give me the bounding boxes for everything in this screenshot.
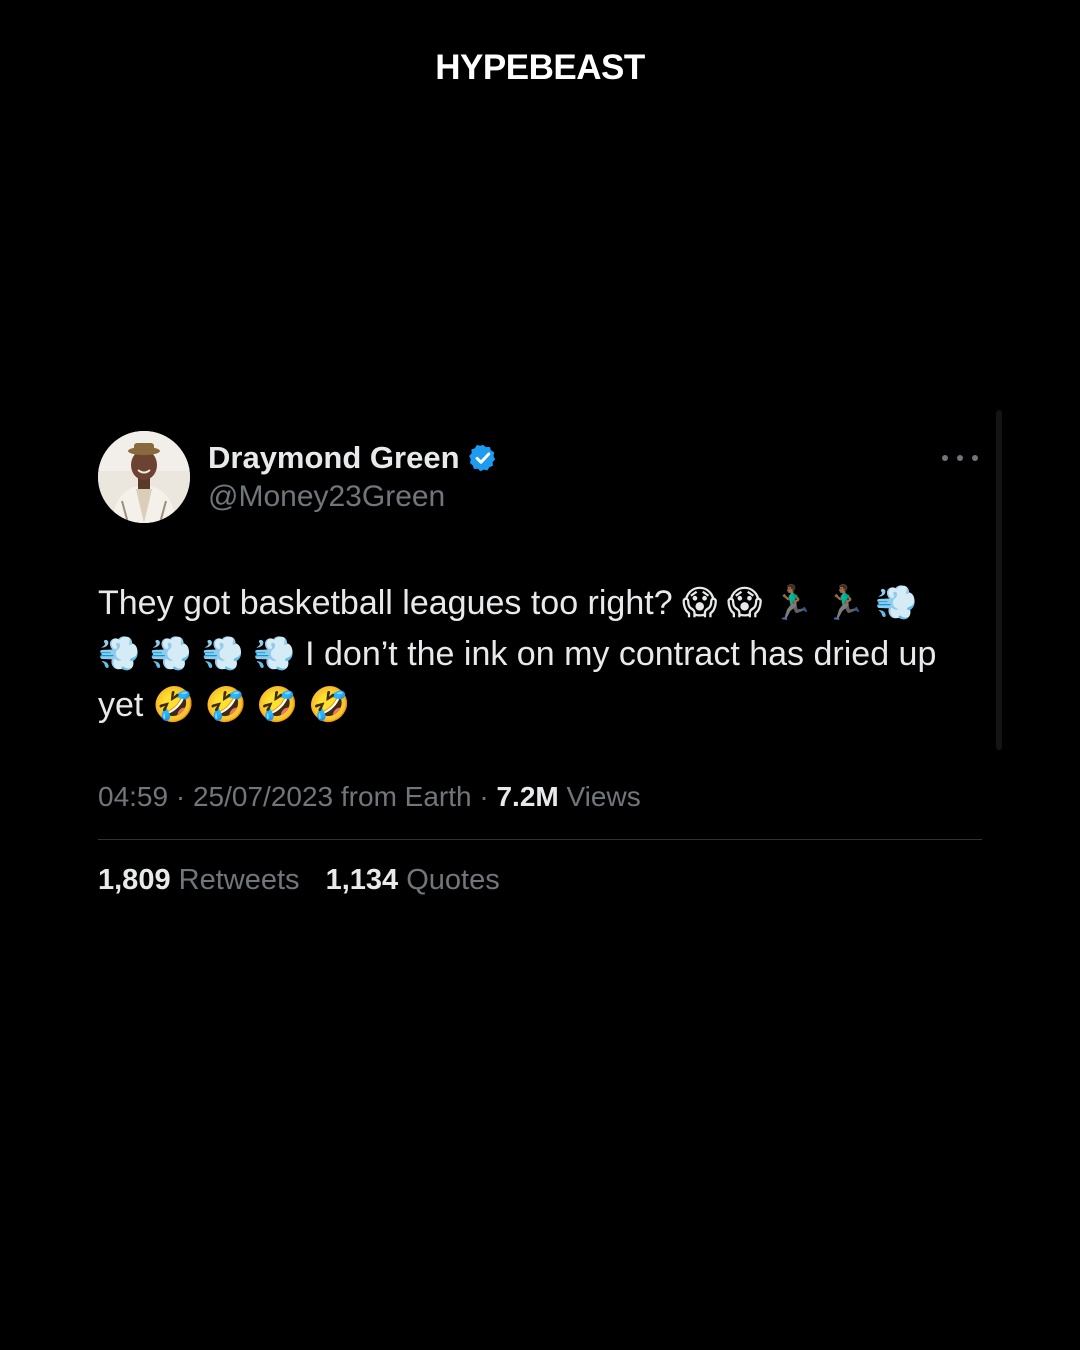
author-names: Draymond Green @Money23Green	[208, 438, 498, 514]
dot	[972, 455, 978, 461]
retweets-count: 1,809	[98, 864, 171, 896]
scrollbar[interactable]	[996, 410, 1002, 750]
divider	[98, 839, 982, 840]
dot	[957, 455, 963, 461]
tweet-header: Draymond Green @Money23Green	[98, 430, 982, 524]
hypebeast-logo: HYPEBEAST	[435, 48, 645, 87]
views-label: Views	[566, 781, 641, 812]
avatar-image	[98, 431, 190, 523]
meta-separator: ·	[479, 781, 489, 812]
quotes-count: 1,134	[325, 864, 399, 896]
more-options-icon[interactable]	[942, 448, 978, 468]
retweets-stat[interactable]: 1,809 Retweets	[98, 864, 300, 897]
views-count: 7.2M	[496, 781, 559, 812]
tweet-text: They got basketball leagues too right? 😱…	[98, 584, 937, 724]
quotes-label: Quotes	[406, 864, 500, 896]
tweet-time[interactable]: 04:59	[98, 781, 168, 812]
retweets-label: Retweets	[178, 864, 300, 896]
author-handle[interactable]: @Money23Green	[208, 480, 498, 514]
tweet-stats: 1,809 Retweets 1,134 Quotes	[98, 864, 982, 897]
tweet-source: from Earth	[340, 781, 472, 812]
verified-badge-icon	[468, 443, 498, 473]
avatar[interactable]	[98, 431, 190, 523]
author-display-name[interactable]: Draymond Green	[208, 440, 460, 476]
tweet-card[interactable]: Draymond Green @Money23Green They got ba…	[98, 430, 982, 897]
tweet-meta: 04:59 · 25/07/2023 from Earth · 7.2M Vie…	[98, 781, 982, 813]
quotes-stat[interactable]: 1,134 Quotes	[326, 864, 500, 897]
tweet-date[interactable]: 25/07/2023	[193, 781, 333, 812]
meta-separator: ·	[175, 781, 186, 812]
dot	[942, 455, 948, 461]
name-row: Draymond Green	[208, 438, 498, 478]
